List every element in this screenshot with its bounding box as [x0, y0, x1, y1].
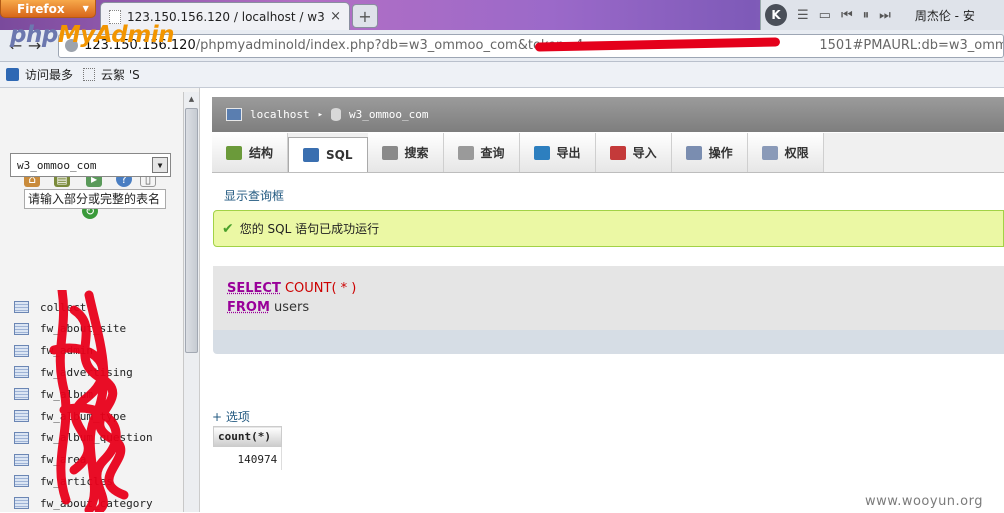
tab-label: 搜索 — [404, 146, 429, 160]
tab-label: 导入 — [632, 146, 657, 160]
next-icon[interactable]: ⏭ — [879, 8, 891, 23]
database-select[interactable]: w3_ommoo_com ▼ — [10, 153, 171, 177]
table-icon[interactable] — [14, 388, 29, 401]
firefox-menu-button[interactable]: Firefox ▼ — [0, 0, 96, 18]
logo-php: php — [10, 22, 58, 48]
folder-icon — [83, 68, 96, 81]
main-tabs: 结构 SQL 搜索 查询 导出 导入 操作 权限 — [212, 133, 1004, 173]
player-logo-icon[interactable]: K — [765, 4, 787, 26]
bookmark-most-visited[interactable]: 访问最多 — [25, 66, 73, 83]
success-message: ✔ 您的 SQL 语句已成功运行 — [213, 210, 1004, 247]
table-icon[interactable] — [14, 497, 29, 510]
scroll-up-icon[interactable]: ▲ — [184, 92, 199, 106]
success-text: 您的 SQL 语句已成功运行 — [239, 222, 380, 236]
tab-operations[interactable]: 操作 — [671, 133, 748, 172]
breadcrumb-server[interactable]: localhost — [250, 108, 310, 121]
result-table: count(*) 140974 — [212, 426, 283, 470]
tab-label: 结构 — [249, 146, 274, 160]
tab-structure[interactable]: 结构 — [212, 133, 289, 172]
url-path: /phpmyadminold/index.php?db=w3_ommoo_com… — [195, 38, 584, 53]
bookmarks-bar: 访问最多 云絮 'S — [0, 62, 1004, 88]
tab-sql[interactable]: SQL — [288, 137, 368, 172]
tab-search[interactable]: 搜索 — [367, 133, 444, 172]
tab-label: 查询 — [480, 146, 505, 160]
options-link[interactable]: + 选项 — [212, 408, 250, 425]
database-select-value: w3_ommoo_com — [17, 158, 97, 172]
database-icon — [331, 108, 342, 121]
music-player: K ☰ ▭ ⏮ ⏸ ⏭ 周杰伦 - 安 — [760, 0, 1004, 30]
logo-myadmin: MyAdmin — [57, 22, 175, 48]
table-filter-input[interactable]: 请输入部分或完整的表名 — [24, 189, 166, 209]
sql-function: COUNT( * ) — [284, 281, 357, 296]
chevron-down-icon: ▼ — [82, 4, 89, 13]
table-icon[interactable] — [14, 322, 29, 335]
breadcrumb-database[interactable]: w3_ommoo_com — [349, 108, 428, 121]
search-icon — [381, 145, 398, 160]
tab-label: 操作 — [708, 146, 733, 160]
scrollbar[interactable]: ▲ — [183, 92, 199, 512]
tab-import[interactable]: 导入 — [595, 133, 672, 172]
list-icon[interactable]: ☰ — [797, 8, 809, 23]
table-icon[interactable] — [14, 410, 29, 422]
column-header[interactable]: count(*) — [212, 426, 283, 447]
check-icon: ✔ — [222, 220, 234, 237]
wrench-icon — [685, 145, 702, 160]
import-icon — [609, 145, 626, 160]
sql-toolbar — [213, 330, 1004, 354]
bookmark-yunxu[interactable]: 云絮 'S — [101, 66, 140, 83]
tab-label: 权限 — [784, 146, 809, 160]
export-icon — [533, 145, 550, 160]
new-tab-button[interactable]: + — [352, 4, 378, 28]
close-icon[interactable]: × — [330, 9, 341, 24]
tab-export[interactable]: 导出 — [519, 133, 596, 172]
previous-icon[interactable]: ⏮ — [841, 8, 853, 23]
table-icon[interactable] — [14, 344, 29, 357]
tab-label: 导出 — [556, 146, 581, 160]
query-icon — [457, 145, 474, 160]
table-icon[interactable] — [14, 301, 29, 313]
url-tail: 1501#PMAURL:db=w3_ommoo_com&server=1&ta — [819, 38, 1003, 53]
table-icon[interactable] — [14, 366, 29, 379]
sql-table: users — [274, 300, 310, 315]
url-bar[interactable]: 123.150.156.120/phpmyadminold/index.php?… — [58, 33, 1004, 58]
firefox-label: Firefox — [17, 1, 65, 16]
watermark: www.wooyun.org — [865, 494, 984, 509]
bookmark-icon — [6, 68, 19, 81]
tab-label: SQL — [326, 148, 353, 162]
pause-icon[interactable]: ⏸ — [863, 8, 870, 23]
privileges-icon — [761, 145, 778, 160]
tab-privileges[interactable]: 权限 — [747, 133, 824, 172]
tab-query[interactable]: 查询 — [443, 133, 520, 172]
sql-keyword-select[interactable]: SELECT — [227, 281, 281, 296]
phpmyadmin-logo[interactable]: phpMyAdmin — [10, 22, 174, 48]
chevron-down-icon[interactable]: ▼ — [152, 157, 168, 173]
table-icon[interactable] — [14, 431, 29, 444]
breadcrumb: localhost ▸ w3_ommoo_com — [212, 97, 1004, 132]
window-icon[interactable]: ▭ — [819, 8, 831, 23]
scrollbar-thumb[interactable] — [185, 108, 198, 353]
sql-query-display: SELECT COUNT( * ) FROM users — [213, 266, 1004, 330]
sql-keyword-from[interactable]: FROM — [227, 300, 270, 315]
player-song: 周杰伦 - 安 — [914, 8, 975, 23]
sql-icon — [303, 148, 320, 162]
structure-icon — [226, 145, 242, 160]
server-icon — [226, 108, 242, 121]
show-query-box-link[interactable]: 显示查询框 — [224, 187, 284, 204]
redaction-scribble — [49, 290, 129, 512]
result-cell: 140974 — [213, 446, 283, 470]
table-icon[interactable] — [14, 475, 29, 488]
breadcrumb-separator-icon: ▸ — [317, 109, 324, 120]
table-icon[interactable] — [14, 453, 29, 466]
